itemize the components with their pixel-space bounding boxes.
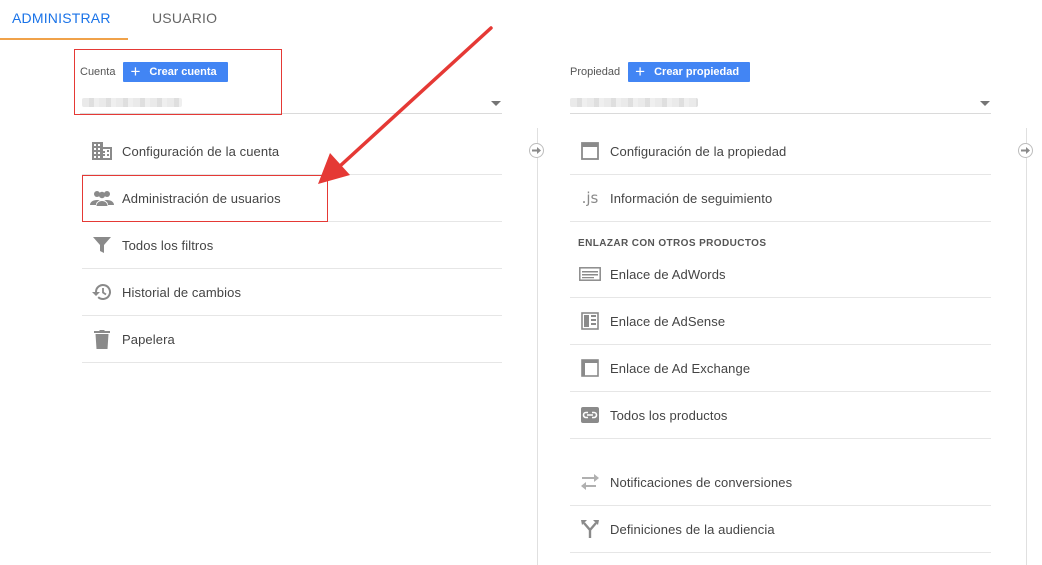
create-account-button[interactable]: + Crear cuenta [123, 62, 228, 82]
tab-usuario[interactable]: USUARIO [152, 0, 217, 40]
menu-adsense-link[interactable]: Enlace de AdSense [570, 298, 991, 345]
create-property-label: Crear propiedad [654, 66, 740, 78]
menu-label: Notificaciones de conversiones [610, 474, 793, 490]
menu-adwords-link[interactable]: Enlace de AdWords [570, 251, 991, 298]
tab-administrar[interactable]: ADMINISTRAR [0, 0, 128, 40]
plus-icon: + [635, 62, 646, 81]
menu-adexchange-link[interactable]: Enlace de Ad Exchange [570, 345, 991, 392]
menu-tracking-info[interactable]: .js Información de seguimiento [570, 175, 991, 222]
people-icon [82, 190, 122, 206]
menu-conversion-notifications[interactable]: Notificaciones de conversiones [570, 459, 991, 506]
property-name-redacted [570, 98, 698, 107]
chevron-down-icon [491, 101, 501, 106]
menu-audience-definitions[interactable]: Definiciones de la audiencia [570, 506, 991, 553]
link-products-heading: ENLAZAR CON OTROS PRODUCTOS [578, 238, 767, 249]
chevron-down-icon [980, 101, 990, 106]
menu-label: Enlace de AdWords [610, 266, 726, 282]
menu-label: Enlace de AdSense [610, 313, 726, 329]
menu-change-history[interactable]: Historial de cambios [82, 269, 502, 316]
adsense-icon [570, 312, 610, 330]
account-name-redacted [82, 98, 182, 107]
account-header: Cuenta + Crear cuenta [80, 62, 228, 82]
menu-label: Enlace de Ad Exchange [610, 360, 751, 376]
history-icon [82, 283, 122, 301]
arrow-right-icon [532, 147, 541, 154]
menu-label: Todos los productos [610, 407, 728, 423]
menu-label: Papelera [122, 331, 175, 347]
building-icon [82, 141, 122, 161]
plus-icon: + [130, 62, 141, 81]
menu-property-settings[interactable]: Configuración de la propiedad [570, 128, 991, 175]
expand-arrow-button[interactable] [529, 143, 544, 158]
menu-label: Administración de usuarios [122, 190, 281, 206]
menu-label: Información de seguimiento [610, 190, 773, 206]
column-divider [1026, 128, 1027, 565]
create-account-label: Crear cuenta [149, 66, 217, 78]
arrow-right-icon [1021, 147, 1030, 154]
menu-all-filters[interactable]: Todos los filtros [82, 222, 502, 269]
window-icon [570, 142, 610, 160]
fork-icon [570, 519, 610, 539]
trash-icon [82, 329, 122, 349]
adexchange-icon [570, 359, 610, 377]
menu-user-management[interactable]: Administración de usuarios [82, 175, 502, 222]
js-icon: .js [581, 189, 599, 207]
account-selector[interactable] [80, 94, 502, 114]
menu-label: Todos los filtros [122, 237, 214, 253]
menu-label: Historial de cambios [122, 284, 242, 300]
expand-arrow-button[interactable] [1018, 143, 1033, 158]
menu-label: Configuración de la propiedad [610, 143, 787, 159]
create-property-button[interactable]: + Crear propiedad [628, 62, 751, 82]
menu-account-settings[interactable]: Configuración de la cuenta [82, 128, 502, 175]
property-label: Propiedad [570, 66, 621, 78]
menu-trash[interactable]: Papelera [82, 316, 502, 363]
account-label: Cuenta [80, 66, 116, 78]
column-divider [537, 128, 538, 565]
property-selector[interactable] [570, 94, 991, 114]
swap-icon [570, 472, 610, 492]
menu-all-products[interactable]: Todos los productos [570, 392, 991, 439]
adwords-icon [570, 267, 610, 281]
link-icon [570, 407, 610, 423]
menu-label: Configuración de la cuenta [122, 143, 280, 159]
admin-tabs: ADMINISTRAR USUARIO [0, 0, 1042, 40]
property-header: Propiedad + Crear propiedad [570, 62, 751, 82]
menu-label: Definiciones de la audiencia [610, 521, 775, 537]
filter-icon [82, 236, 122, 254]
